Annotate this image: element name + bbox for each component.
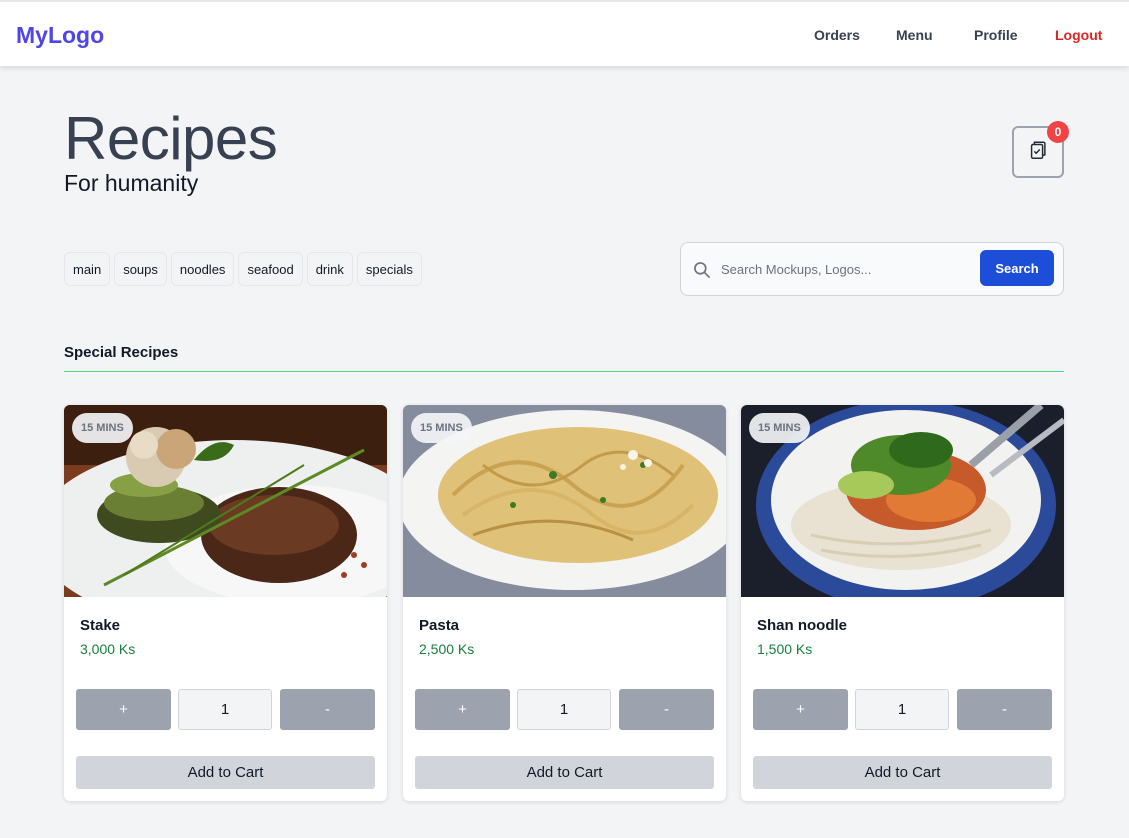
section-divider bbox=[64, 371, 1064, 372]
recipe-card: 15 MINS Pasta 2,500 Ks + - Add to Cart bbox=[403, 405, 726, 801]
cook-time-badge: 15 MINS bbox=[749, 413, 810, 443]
nav-orders-link[interactable]: Orders bbox=[814, 27, 860, 43]
quantity-input[interactable] bbox=[178, 689, 272, 730]
increase-quantity-button[interactable]: + bbox=[76, 689, 171, 730]
nav-logout-link[interactable]: Logout bbox=[1055, 27, 1102, 43]
increase-quantity-button[interactable]: + bbox=[415, 689, 510, 730]
category-noodles[interactable]: noodles bbox=[170, 252, 235, 286]
recipe-card: 15 MINS Stake 3,000 Ks + - Add to Cart bbox=[64, 405, 387, 801]
quantity-input[interactable] bbox=[517, 689, 611, 730]
search-bar: Search bbox=[680, 242, 1064, 296]
add-to-cart-button[interactable]: Add to Cart bbox=[415, 756, 714, 789]
category-main[interactable]: main bbox=[64, 252, 111, 286]
increase-quantity-button[interactable]: + bbox=[753, 689, 848, 730]
recipe-name: Shan noodle bbox=[757, 617, 847, 634]
category-drink[interactable]: drink bbox=[306, 252, 353, 286]
category-specials[interactable]: specials bbox=[356, 252, 422, 286]
decrease-quantity-button[interactable]: - bbox=[280, 689, 375, 730]
navbar: MyLogo Orders Menu Profile Logout bbox=[0, 0, 1129, 66]
recipe-price: 1,500 Ks bbox=[757, 641, 813, 657]
nav-menu-link[interactable]: Menu bbox=[896, 27, 933, 43]
category-soups[interactable]: soups bbox=[114, 252, 167, 286]
search-input[interactable] bbox=[721, 257, 971, 281]
page-subtitle: For humanity bbox=[64, 170, 199, 196]
cart-count-badge: 0 bbox=[1047, 121, 1069, 143]
recipe-price: 2,500 Ks bbox=[419, 641, 475, 657]
nav-profile-link[interactable]: Profile bbox=[974, 27, 1018, 43]
cook-time-badge: 15 MINS bbox=[72, 413, 133, 443]
quantity-input[interactable] bbox=[855, 689, 949, 730]
recipe-name: Pasta bbox=[419, 617, 460, 634]
section-title: Special Recipes bbox=[64, 344, 179, 361]
category-seafood[interactable]: seafood bbox=[238, 252, 303, 286]
recipe-price: 3,000 Ks bbox=[80, 641, 136, 657]
search-button[interactable]: Search bbox=[980, 250, 1054, 286]
decrease-quantity-button[interactable]: - bbox=[619, 689, 714, 730]
decrease-quantity-button[interactable]: - bbox=[957, 689, 1052, 730]
search-icon bbox=[692, 260, 712, 285]
page-title: Recipes bbox=[64, 105, 278, 172]
recipe-card: 15 MINS Shan noodle 1,500 Ks + - Add to … bbox=[741, 405, 1064, 801]
logo[interactable]: MyLogo bbox=[16, 22, 104, 49]
recipe-name: Stake bbox=[80, 617, 121, 634]
category-filters: main soups noodles seafood drink special… bbox=[64, 252, 422, 286]
clipboard-check-icon bbox=[1027, 139, 1049, 166]
add-to-cart-button[interactable]: Add to Cart bbox=[753, 756, 1052, 789]
cook-time-badge: 15 MINS bbox=[411, 413, 472, 443]
add-to-cart-button[interactable]: Add to Cart bbox=[76, 756, 375, 789]
